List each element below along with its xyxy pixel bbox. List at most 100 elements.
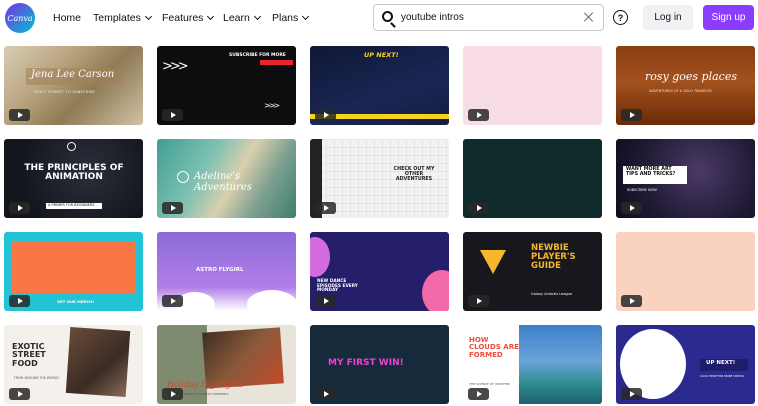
search-bar [373,4,604,31]
template-subtitle: ADVENTURES OF A SOLO TRAVELER [649,89,712,93]
nav-features-label: Features [162,12,204,24]
template-subtitle: A PRIMER FOR BEGINNERS [48,203,95,207]
nav-home-label: Home [53,12,82,24]
search-input[interactable] [401,9,576,26]
template-card[interactable]: ASTRO FLYGIRL [157,232,296,311]
red-accent-bar [260,60,293,65]
play-icon [162,388,183,400]
nav-plans-label: Plans [272,12,299,24]
nav-features[interactable]: Features [162,0,215,36]
chevron-down-icon [302,12,310,21]
chevron-down-icon [253,12,261,21]
template-title: MY FIRST WIN! [328,358,404,368]
template-card[interactable]: EXOTIC STREET FOOD FROM AROUND THE WORLD [4,325,143,404]
template-title: THE PRINCIPLES OF ANIMATION [24,163,124,183]
play-icon [468,295,489,307]
chevron-down-icon [207,12,215,21]
arrows-icon: >>> [264,101,280,110]
play-icon [621,202,642,214]
template-subtitle: SUBSCRIBE NOW [627,188,657,192]
nav-templates-label: Templates [93,12,141,24]
template-card[interactable]: SUBSCRIBE FOR MORE >>> >>> [157,46,296,125]
template-card[interactable]: NEW DANCE EPISODES EVERY MONDAY [310,232,449,311]
play-icon [162,109,183,121]
template-card[interactable]: WANT MORE ART TIPS AND TRICKS? SUBSCRIBE… [616,139,755,218]
template-card[interactable]: GET OUR MERCH! [4,232,143,311]
canva-logo[interactable]: Canva [5,3,35,33]
play-icon [9,109,30,121]
play-icon [315,295,336,307]
help-glyph: ? [617,12,624,23]
template-card[interactable]: MY FIRST WIN! [310,325,449,404]
play-icon [315,109,336,121]
template-title: rosy goes places [645,70,737,83]
play-icon [621,388,642,400]
search-icon[interactable] [382,11,393,22]
template-title: UP NEXT! [364,51,399,59]
template-title: NEWBIE PLAYER'S GUIDE [531,243,576,271]
play-icon [162,202,183,214]
close-icon[interactable] [582,10,596,24]
play-icon [621,109,642,121]
logo-text: Canva [7,13,33,23]
template-card[interactable]: THE PRINCIPLES OF ANIMATION A PRIMER FOR… [4,139,143,218]
logo-circle [177,171,189,183]
play-icon [621,295,642,307]
wave-shape [422,270,449,311]
template-title: Jena Lee Carson [31,69,115,80]
play-icon [9,388,30,400]
template-subtitle: Galaxy Animals League [531,292,573,296]
nav-home[interactable]: Home [53,0,81,36]
template-card[interactable]: Holiday Highlights A COLLECTION OF HOLID… [157,325,296,404]
template-subtitle: CLICK HERE FOR MORE VIDEOS [700,374,744,378]
play-icon [162,295,183,307]
template-title: ASTRO FLYGIRL [196,267,244,273]
nav-templates[interactable]: Templates [93,0,152,36]
template-card[interactable]: NEWBIE PLAYER'S GUIDE Galaxy Animals Lea… [463,232,602,311]
template-title: NEW DANCE EPISODES EVERY MONDAY [317,279,358,293]
template-card[interactable]: Adeline's Adventures [157,139,296,218]
template-card[interactable]: Jena Lee Carson DON'T FORGET TO SUBSCRIB… [4,46,143,125]
template-card[interactable] [463,46,602,125]
play-icon [315,388,336,400]
play-icon [468,388,489,400]
signup-button[interactable]: Sign up [703,5,754,30]
nav-learn-label: Learn [223,12,250,24]
nav-plans[interactable]: Plans [272,0,310,36]
login-button[interactable]: Log in [643,5,693,30]
arrows-icon: >>> [162,59,189,74]
template-subtitle: GET OUR MERCH! [57,299,95,304]
wave-shape [310,237,330,277]
top-navigation-bar: Canva Home Templates Features Learn Plan… [0,0,758,36]
triangle-logo [480,250,506,274]
cloud-shape [247,290,296,311]
chevron-down-icon [144,12,152,21]
food-photo [65,326,131,398]
template-subtitle: THE SCIENCE OF WEATHER [469,382,510,386]
template-title: UP NEXT! [706,360,736,366]
template-card[interactable]: UP NEXT! [310,46,449,125]
play-icon [9,295,30,307]
template-card[interactable] [463,139,602,218]
logo-circle [67,142,76,151]
template-card[interactable] [616,232,755,311]
template-card[interactable]: rosy goes places ADVENTURES OF A SOLO TR… [616,46,755,125]
sky-photo [519,325,602,404]
nav-learn[interactable]: Learn [223,0,261,36]
login-label: Log in [654,12,682,23]
template-card[interactable]: CHECK OUT MY OTHER ADVENTURES [310,139,449,218]
template-title: Adeline's Adventures [194,171,252,193]
template-subtitle: FROM AROUND THE WORLD [14,376,59,380]
template-card[interactable]: HOW CLOUDS ARE FORMED THE SCIENCE OF WEA… [463,325,602,404]
template-card[interactable]: UP NEXT! CLICK HERE FOR MORE VIDEOS [616,325,755,404]
template-title: WANT MORE ART TIPS AND TRICKS? [626,167,676,178]
template-title: CHECK OUT MY OTHER ADVENTURES [393,167,435,183]
template-title: SUBSCRIBE FOR MORE [229,53,286,58]
template-title: EXOTIC STREET FOOD [12,342,46,368]
play-icon [468,109,489,121]
help-icon[interactable]: ? [613,10,628,25]
template-subtitle: DON'T FORGET TO SUBSCRIBE [34,90,96,94]
play-icon [9,202,30,214]
orange-panel [12,241,135,293]
template-title: HOW CLOUDS ARE FORMED [469,336,519,359]
